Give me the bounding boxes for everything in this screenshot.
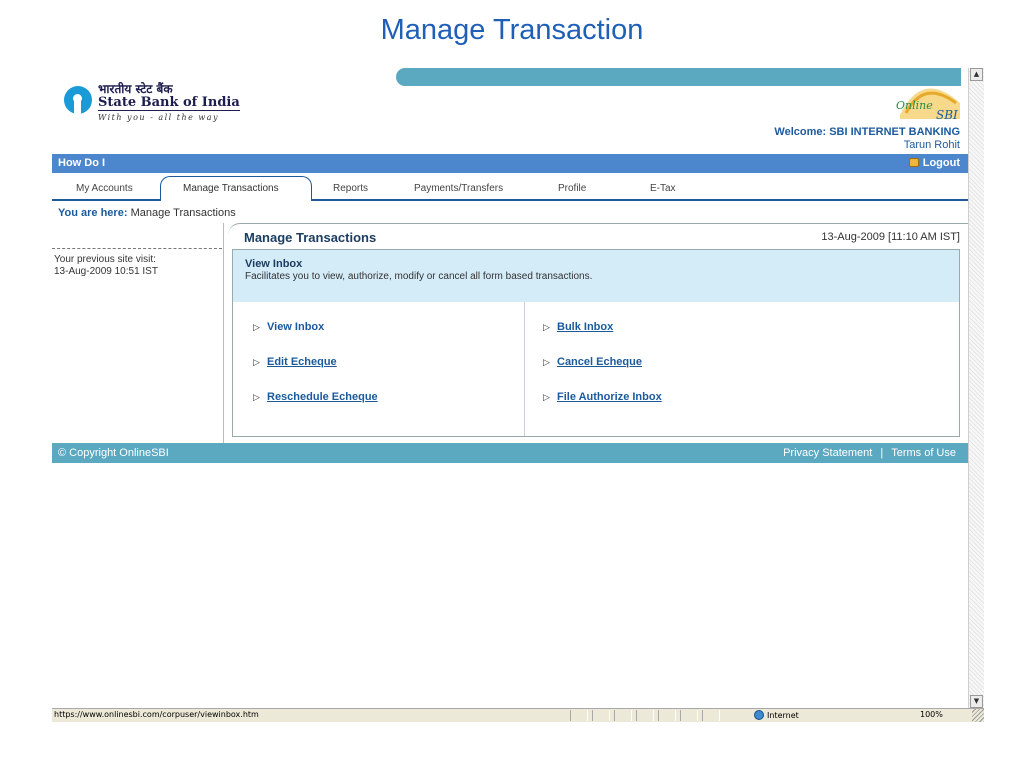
- reschedule-echeque-link[interactable]: ▷ Reschedule Echeque: [253, 391, 378, 403]
- previous-visit-label: Your previous site visit:: [54, 254, 156, 265]
- chevron-right-icon: ▷: [253, 358, 260, 368]
- tab-manage-transactions[interactable]: Manage Transactions: [160, 176, 312, 201]
- status-cell: [658, 710, 676, 721]
- status-cell: [570, 710, 588, 721]
- slide-title: Manage Transaction: [380, 14, 644, 46]
- edit-echeque-link[interactable]: ▷ Edit Echeque: [253, 356, 337, 368]
- status-cell: [614, 710, 632, 721]
- footer-links: Privacy Statement | Terms of Use: [779, 447, 960, 459]
- chevron-right-icon: ▷: [543, 358, 550, 368]
- breadcrumb: You are here: Manage Transactions: [58, 207, 236, 219]
- previous-visit-value: 13-Aug-2009 10:51 IST: [54, 266, 158, 277]
- link-text: File Authorize Inbox: [557, 391, 662, 403]
- browser-status-bar: https://www.onlinesbi.com/corpuser/viewi…: [52, 708, 984, 722]
- status-cell: [636, 710, 654, 721]
- web-page: भारतीय स्टेट बैंक State Bank of India Wi…: [52, 68, 968, 708]
- logout-button[interactable]: Logout: [908, 157, 960, 169]
- panel-header: Manage Transactions 13-Aug-2009 [11:10 A…: [228, 223, 968, 249]
- tab-label: Manage Transactions: [183, 183, 279, 194]
- logo-tagline: With you - all the way: [98, 113, 220, 122]
- divider: [52, 248, 222, 249]
- breadcrumb-prefix: You are here:: [58, 207, 128, 219]
- link-text: View Inbox: [267, 321, 325, 333]
- previous-visit: Your previous site visit: 13-Aug-2009 10…: [54, 254, 158, 278]
- tab-payments-transfers[interactable]: Payments/Transfers: [414, 183, 503, 194]
- resize-grip-icon[interactable]: [972, 709, 984, 722]
- link-text: Bulk Inbox: [557, 321, 614, 333]
- scroll-up-arrow-icon[interactable]: ▲: [970, 68, 983, 81]
- logout-label: Logout: [922, 157, 960, 169]
- info-description: Facilitates you to view, authorize, modi…: [245, 271, 593, 282]
- main-tabs: My Accounts Manage Transactions Reports …: [52, 175, 968, 201]
- user-name: Tarun Rohit: [903, 139, 960, 151]
- status-cell: [702, 710, 720, 721]
- welcome-text: Welcome: SBI INTERNET BANKING: [774, 126, 960, 138]
- logo-name: State Bank of India: [98, 95, 240, 111]
- chevron-right-icon: ▷: [543, 393, 550, 403]
- header-band: [396, 68, 961, 86]
- cancel-echeque-link[interactable]: ▷ Cancel Echeque: [543, 356, 642, 368]
- lock-icon: [908, 158, 919, 167]
- inbox-info: View Inbox Facilitates you to view, auth…: [233, 250, 959, 302]
- link-text: Cancel Echeque: [557, 356, 642, 368]
- footer-separator: |: [880, 447, 884, 459]
- page-footer: © Copyright OnlineSBI Privacy Statement |…: [52, 443, 968, 463]
- bulk-inbox-link[interactable]: ▷ Bulk Inbox: [543, 321, 613, 333]
- link-text: Edit Echeque: [267, 356, 337, 368]
- chevron-right-icon: ▷: [253, 393, 260, 403]
- scroll-down-arrow-icon[interactable]: ▼: [970, 695, 983, 708]
- sbi-logo[interactable]: भारतीय स्टेट बैंक State Bank of India Wi…: [58, 76, 258, 128]
- zoom-level[interactable]: 100%: [920, 710, 943, 719]
- security-zone[interactable]: Internet: [754, 710, 799, 720]
- info-heading: View Inbox: [245, 258, 303, 270]
- badge-online-text: Online: [896, 99, 933, 112]
- status-url: https://www.onlinesbi.com/corpuser/viewi…: [54, 710, 259, 719]
- transactions-panel: View Inbox Facilitates you to view, auth…: [232, 249, 960, 437]
- sbi-keyhole-icon: [64, 86, 92, 114]
- online-sbi-badge-icon: Online SBI: [896, 88, 960, 122]
- breadcrumb-current: Manage Transactions: [130, 207, 236, 219]
- how-do-i-bar: How Do I Logout: [52, 154, 968, 173]
- link-text: Reschedule Echeque: [267, 391, 378, 403]
- panel-title: Manage Transactions: [244, 230, 377, 245]
- badge-sbi-text: SBI: [936, 108, 958, 122]
- file-authorize-inbox-link[interactable]: ▷ File Authorize Inbox: [543, 391, 662, 403]
- column-divider: [524, 302, 525, 436]
- panel-date: 13-Aug-2009 [11:10 AM IST]: [821, 231, 960, 243]
- tab-my-accounts[interactable]: My Accounts: [76, 183, 133, 194]
- copyright: © Copyright OnlineSBI: [58, 447, 169, 459]
- chevron-right-icon: ▷: [543, 323, 550, 333]
- vertical-scrollbar[interactable]: ▲ ▼: [968, 68, 984, 708]
- left-column: Your previous site visit: 13-Aug-2009 10…: [52, 223, 224, 453]
- how-do-i-link[interactable]: How Do I: [58, 157, 105, 169]
- status-cell: [680, 710, 698, 721]
- view-inbox-link[interactable]: ▷ View Inbox: [253, 321, 324, 333]
- tab-profile[interactable]: Profile: [558, 183, 586, 194]
- terms-of-use-link[interactable]: Terms of Use: [891, 447, 956, 459]
- tab-reports[interactable]: Reports: [333, 183, 368, 194]
- tab-e-tax[interactable]: E-Tax: [650, 183, 676, 194]
- zone-label: Internet: [767, 711, 799, 720]
- globe-icon: [754, 710, 764, 720]
- privacy-statement-link[interactable]: Privacy Statement: [783, 447, 872, 459]
- browser-window: भारतीय स्टेट बैंक State Bank of India Wi…: [52, 68, 984, 722]
- chevron-right-icon: ▷: [253, 323, 260, 333]
- status-cell: [592, 710, 610, 721]
